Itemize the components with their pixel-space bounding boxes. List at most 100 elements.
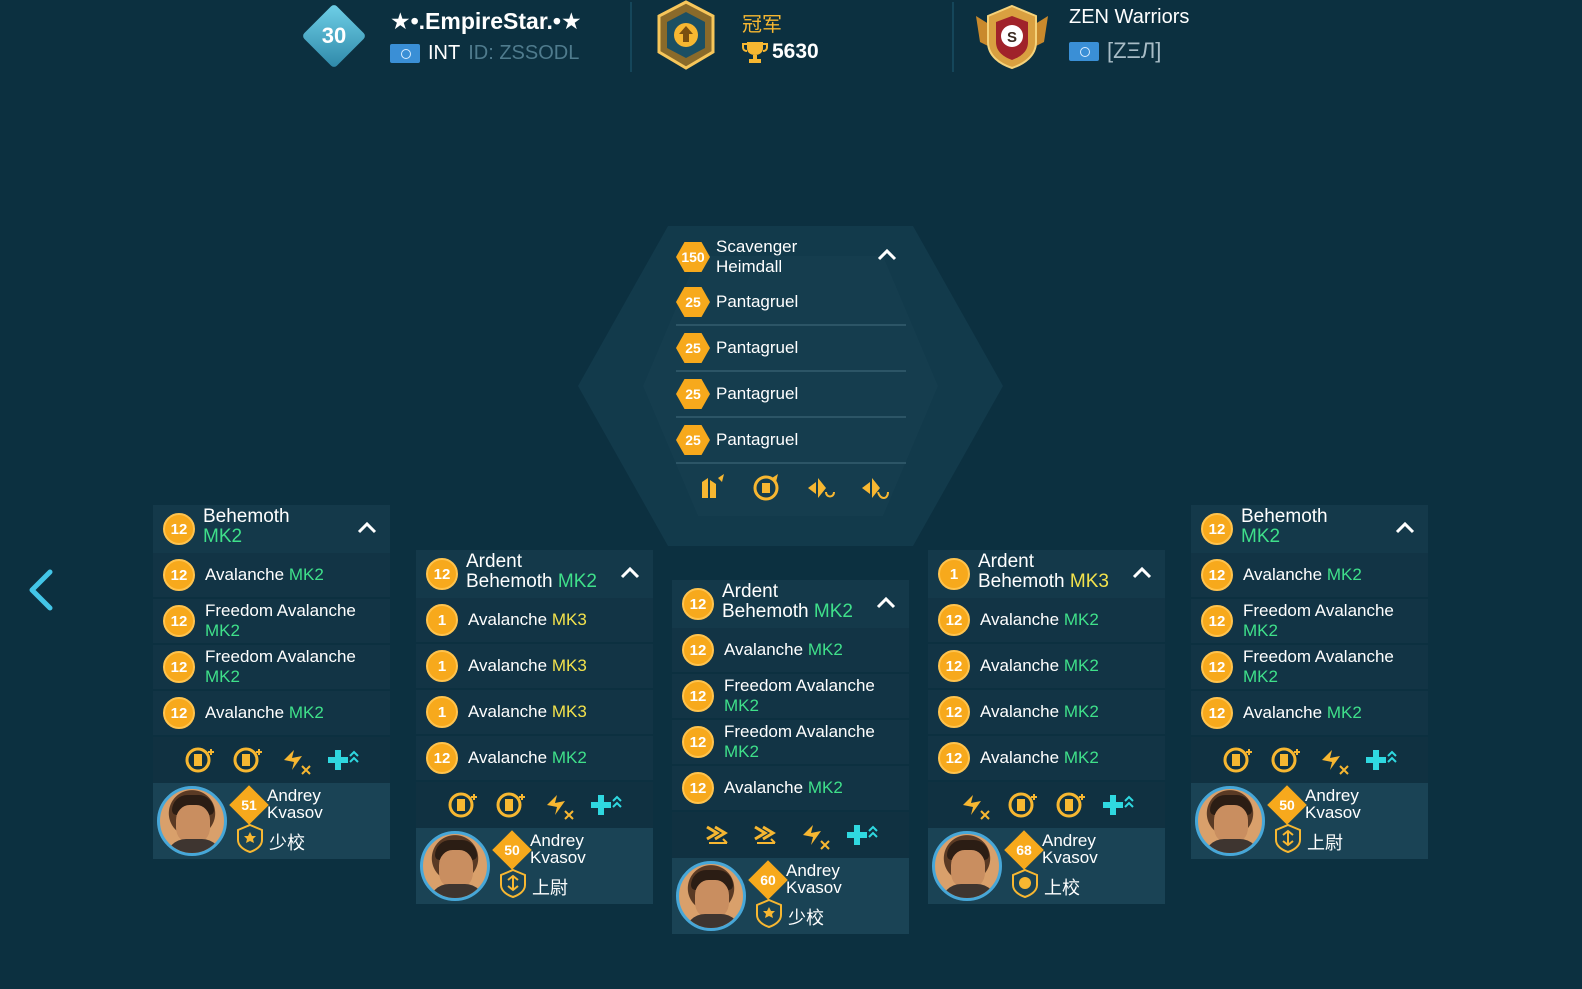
repair-module-icon[interactable]: [1365, 744, 1398, 776]
pilot-card[interactable]: 60 Andrey Kvasov 少校: [672, 858, 909, 934]
titan-row[interactable]: 150 Scavenger Heimdall: [676, 234, 906, 280]
pilot-last-name: Kvasov: [267, 803, 323, 822]
weapon-row[interactable]: 12 Avalanche MK2: [928, 644, 1165, 690]
damage-module-icon[interactable]: [543, 789, 575, 821]
weapon-row[interactable]: 12 Avalanche MK2: [1191, 553, 1428, 599]
pilot-first-name: Andrey: [1305, 786, 1359, 805]
player-name[interactable]: ★•.EmpireStar.•★: [390, 8, 582, 35]
weapon-row[interactable]: 12 Avalanche MK2: [928, 736, 1165, 782]
fortress-module-icon[interactable]: [232, 744, 264, 776]
robot-header[interactable]: 12 Ardent Behemoth MK2: [672, 580, 909, 628]
pilot-last-name: Kvasov: [1042, 848, 1098, 867]
champion-league-icon[interactable]: [655, 0, 717, 70]
pilot-card[interactable]: 51 Andrey Kvasov 少校: [153, 783, 390, 859]
titan-weapon-row[interactable]: 25 Pantagruel: [676, 326, 906, 372]
weapon-name: Pantagruel: [716, 292, 799, 311]
repair-module-icon[interactable]: [327, 744, 360, 776]
titan-level-badge: 150: [676, 242, 710, 272]
speed-module-icon[interactable]: [703, 819, 735, 851]
fortress-module-icon[interactable]: [495, 789, 527, 821]
weapon-name: Pantagruel: [716, 384, 799, 403]
titan-weapon-row[interactable]: 25 Pantagruel: [676, 418, 906, 464]
repair-module-icon[interactable]: [590, 789, 623, 821]
robot-header[interactable]: 12 Behemoth MK2: [153, 505, 390, 553]
repair-module-icon[interactable]: [846, 819, 879, 851]
pilot-card[interactable]: 68 Andrey Kvasov 上校: [928, 828, 1165, 904]
titan-module-icon[interactable]: [804, 472, 836, 504]
titan-name-line2: Heimdall: [716, 257, 783, 276]
chevron-up-icon[interactable]: [876, 248, 898, 262]
fortress-module-icon[interactable]: [1270, 744, 1302, 776]
weapon-row[interactable]: 12 Avalanche MK2: [928, 598, 1165, 644]
trophy-score: 5630: [772, 40, 819, 63]
titan-module-icon[interactable]: [696, 472, 728, 504]
weapon-level-badge: 12: [938, 742, 970, 774]
titan-module-icon[interactable]: [750, 472, 782, 504]
robot-header[interactable]: 12 Behemoth MK2: [1191, 505, 1428, 553]
chevron-up-icon[interactable]: [1131, 566, 1153, 580]
fortress-module-icon[interactable]: [184, 744, 216, 776]
weapon-title: Avalanche: [724, 778, 804, 797]
weapon-name: Avalanche MK2: [205, 565, 324, 585]
fortress-module-icon[interactable]: [1007, 789, 1039, 821]
titan-module-icon[interactable]: [858, 472, 890, 504]
fortress-module-icon[interactable]: [1222, 744, 1254, 776]
fortress-module-icon[interactable]: [1055, 789, 1087, 821]
pilot-card[interactable]: 50 Andrey Kvasov 上尉: [1191, 783, 1428, 859]
weapon-row[interactable]: 12 Freedom Avalanche MK2: [153, 599, 390, 645]
clan-emblem-icon[interactable]: S: [972, 2, 1052, 70]
robot-header[interactable]: 12 Ardent Behemoth MK2: [416, 550, 653, 598]
chevron-up-icon[interactable]: [875, 596, 897, 610]
weapon-row[interactable]: 12 Avalanche MK2: [672, 766, 909, 812]
speed-module-icon[interactable]: [751, 819, 783, 851]
weapon-row[interactable]: 12 Avalanche MK2: [1191, 691, 1428, 737]
weapon-level-badge: 12: [163, 605, 195, 637]
player-level: 30: [321, 23, 347, 48]
damage-module-icon[interactable]: [799, 819, 831, 851]
weapon-title: Freedom Avalanche: [1243, 601, 1394, 620]
weapon-row[interactable]: 12 Avalanche MK2: [153, 553, 390, 599]
weapon-row[interactable]: 1 Avalanche MK3: [416, 598, 653, 644]
weapon-level-badge: 12: [682, 772, 714, 804]
robot-name-line1: Ardent: [722, 581, 778, 602]
robot-modules: [672, 812, 909, 858]
pilot-avatar: [676, 861, 746, 931]
chevron-up-icon[interactable]: [356, 521, 378, 535]
robot-mk: MK2: [813, 601, 853, 622]
weapon-title: Avalanche: [468, 656, 548, 675]
titan-weapon-row[interactable]: 25 Pantagruel: [676, 280, 906, 326]
robot-level-badge: 12: [426, 558, 458, 590]
weapon-name: Avalanche MK2: [205, 703, 324, 723]
weapon-row[interactable]: 1 Avalanche MK3: [416, 690, 653, 736]
chevron-up-icon[interactable]: [1394, 521, 1416, 535]
weapon-row[interactable]: 12 Avalanche MK2: [416, 736, 653, 782]
weapon-title: Freedom Avalanche: [205, 647, 356, 666]
weapon-row[interactable]: 12 Freedom Avalanche MK2: [153, 645, 390, 691]
weapon-level-badge: 12: [163, 651, 195, 683]
chevron-up-icon[interactable]: [619, 566, 641, 580]
weapon-mk: MK2: [807, 778, 843, 797]
weapon-row[interactable]: 12 Freedom Avalanche MK2: [1191, 645, 1428, 691]
robot-header[interactable]: 1 Ardent Behemoth MK3: [928, 550, 1165, 598]
titan-weapon-row[interactable]: 25 Pantagruel: [676, 372, 906, 418]
pilot-level: 50: [1279, 797, 1295, 813]
weapon-row[interactable]: 12 Freedom Avalanche MK2: [1191, 599, 1428, 645]
weapon-row[interactable]: 12 Avalanche MK2: [928, 690, 1165, 736]
weapon-row[interactable]: 12 Avalanche MK2: [153, 691, 390, 737]
robot-modules: [153, 737, 390, 783]
weapon-title: Avalanche: [468, 702, 548, 721]
clan-name[interactable]: ZEN Warriors: [1069, 6, 1189, 29]
weapon-row[interactable]: 12 Freedom Avalanche MK2: [672, 720, 909, 766]
fortress-module-icon[interactable]: [447, 789, 479, 821]
weapon-level-badge: 12: [163, 559, 195, 591]
weapon-row[interactable]: 1 Avalanche MK3: [416, 644, 653, 690]
weapon-row[interactable]: 12 Freedom Avalanche MK2: [672, 674, 909, 720]
damage-module-icon[interactable]: [1318, 744, 1350, 776]
weapon-row[interactable]: 12 Avalanche MK2: [672, 628, 909, 674]
damage-module-icon[interactable]: [280, 744, 312, 776]
pilot-card[interactable]: 50 Andrey Kvasov 上尉: [416, 828, 653, 904]
repair-module-icon[interactable]: [1102, 789, 1135, 821]
back-arrow-icon[interactable]: [22, 568, 62, 612]
weapon-level-badge: 1: [426, 696, 458, 728]
damage-module-icon[interactable]: [959, 789, 991, 821]
